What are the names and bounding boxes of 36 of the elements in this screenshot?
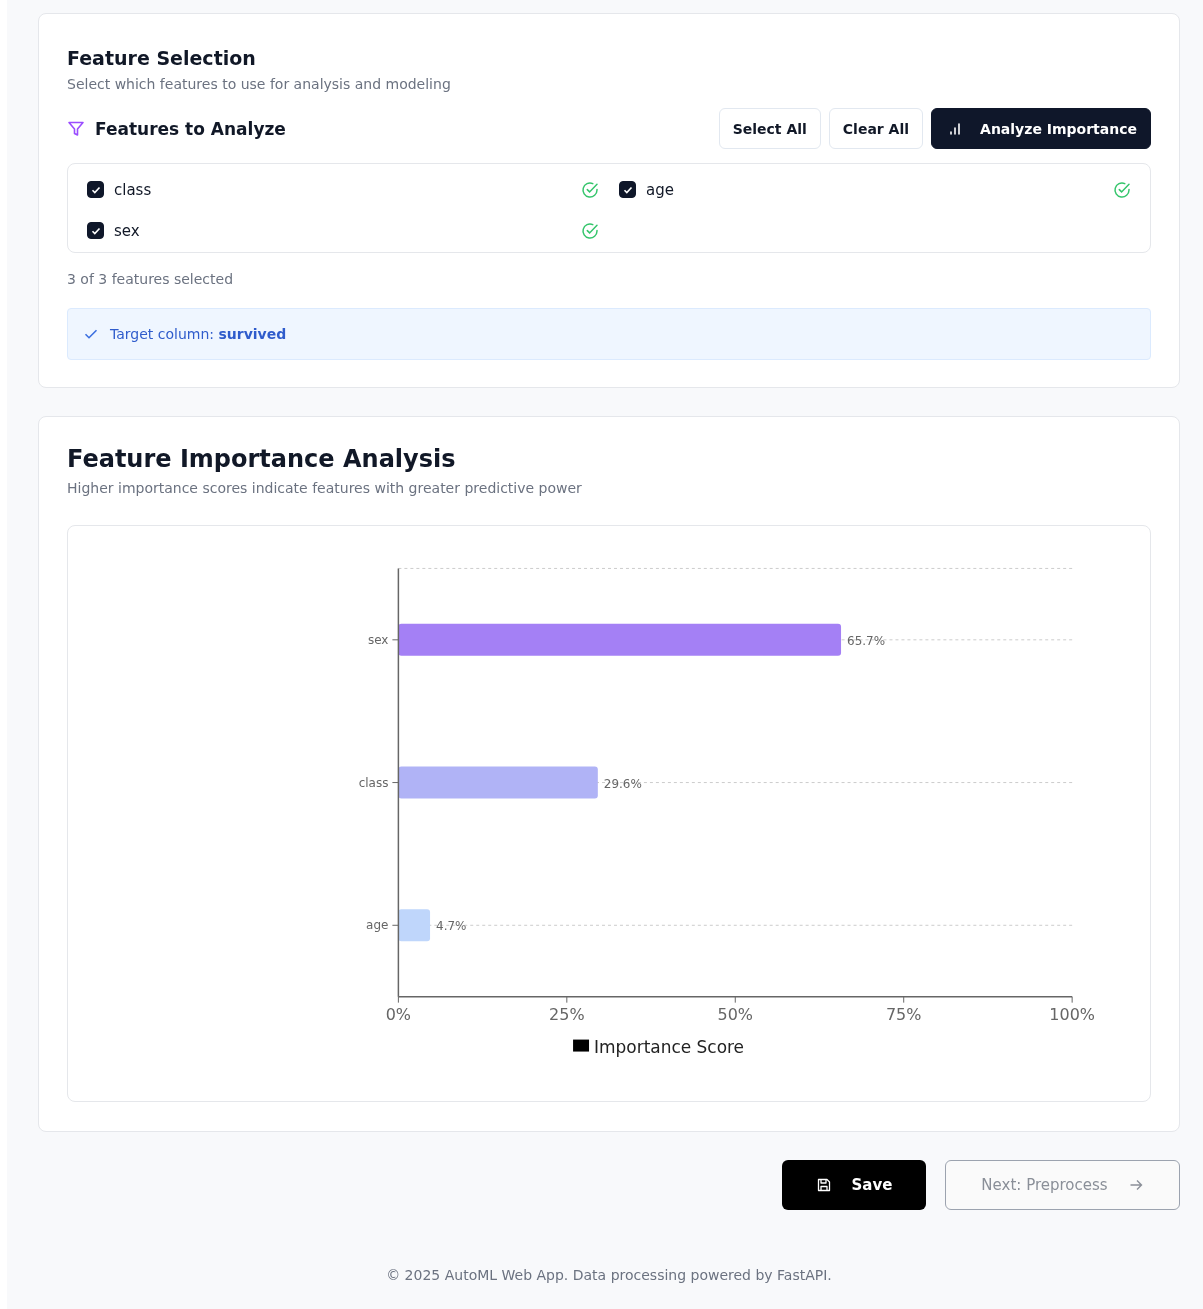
x-tick-label: 0% [385,1004,412,1024]
legend-label: Importance Score [594,1036,745,1057]
bar-value-label: 4.7% [436,919,467,934]
analyze-importance-button[interactable]: Analyze Importance [931,108,1151,149]
selection-count: 3 of 3 features selected [67,271,235,287]
card-subtitle: Select which features to use for analysis and modeling [67,76,452,92]
x-tick-label: 75% [885,1004,922,1024]
bar-value-label: 29.6% [603,776,642,791]
feature-label: age [646,180,675,199]
target-column-text: Target column: survived [110,326,287,342]
category-label: sex [367,632,389,647]
bar-chart-icon [948,121,963,136]
check-circle-icon [581,221,599,240]
card-title: Feature Selection [67,47,257,69]
legend-swatch [573,1039,590,1052]
check-circle-icon [581,180,599,199]
category-label: age [366,918,389,933]
toolbar-button[interactable]: Select All [718,108,821,149]
checkbox[interactable] [87,181,104,198]
filter-icon [67,119,85,138]
check-circle-icon [1113,180,1131,199]
toolbar-button[interactable]: Clear All [828,108,924,149]
feature-label: sex [114,221,141,240]
feature-label: class [114,180,153,199]
save-button[interactable]: Save [782,1160,926,1210]
copyright-text: © 2025 AutoML Web App. Data processing powered by FastAPI. [385,1267,833,1283]
card-subtitle: Higher importance scores indicate features with greater predictive power [67,480,583,496]
checkbox[interactable] [619,181,636,198]
card-title: Feature Importance Analysis [67,445,457,473]
category-label: class [358,775,389,790]
x-tick-label: 100% [1049,1004,1095,1024]
bar-value-label: 65.7% [847,633,886,648]
checkbox[interactable] [87,222,104,239]
x-tick-label: 50% [717,1004,753,1024]
section-title: Features to Analyze [95,118,286,139]
x-tick-label: 25% [549,1004,585,1024]
